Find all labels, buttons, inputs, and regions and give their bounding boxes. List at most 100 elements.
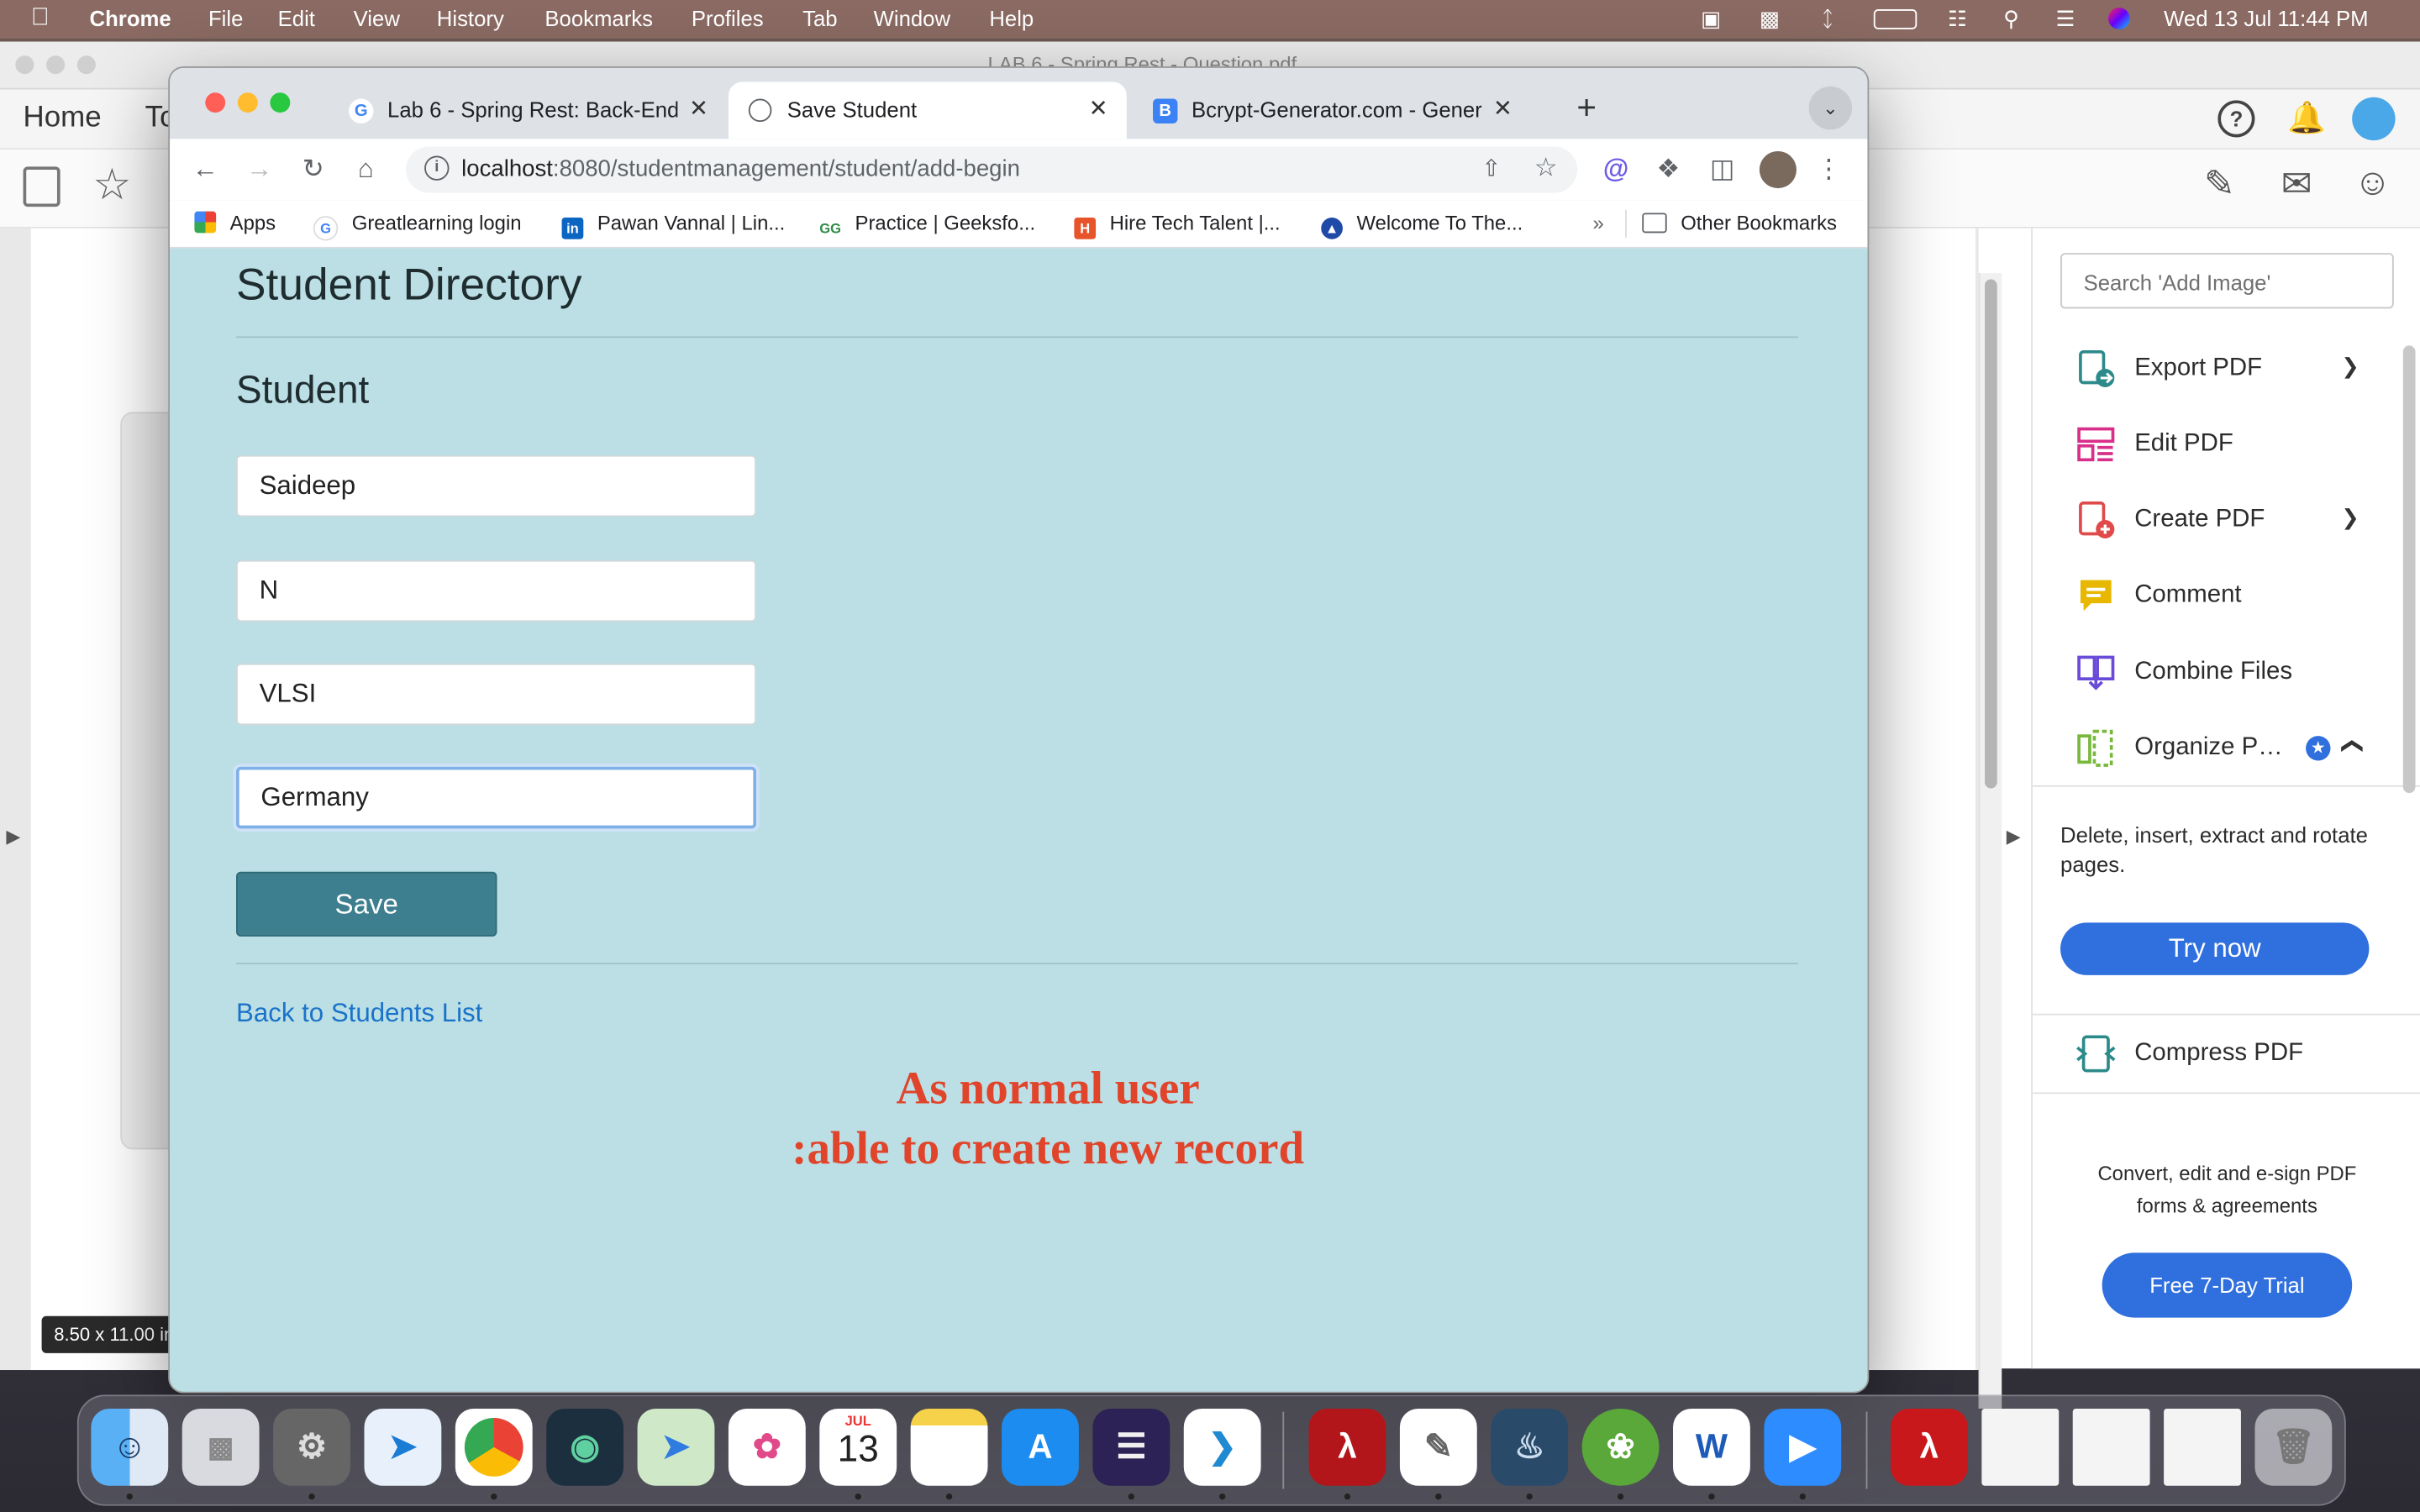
extension-at-icon[interactable]: @ [1599, 153, 1633, 186]
bookmark-hire-tech[interactable]: H Hire Tech Talent |... [1074, 212, 1281, 239]
acrobat-minimize-button[interactable] [46, 55, 66, 75]
tool-export-pdf[interactable]: Export PDF ❯ [2075, 345, 2400, 395]
menu-bookmarks[interactable]: Bookmarks [544, 6, 653, 30]
apple-menu-icon[interactable]:  [31, 5, 50, 33]
finder-icon[interactable]: ☺ [91, 1408, 169, 1486]
document-thumbnail-icon[interactable] [1981, 1408, 2060, 1486]
battery-icon[interactable] [1873, 9, 1918, 29]
tab-lab6[interactable]: G Lab 6 - Spring Rest: Back-End ✕ [329, 81, 727, 139]
first-name-input[interactable]: Saideep [236, 454, 757, 517]
zoom-window-button[interactable] [270, 92, 291, 113]
right-pane-toggle-icon[interactable]: ▶ [2007, 826, 2021, 848]
forward-arrow-icon[interactable]: → [242, 153, 276, 186]
tools-search-input[interactable]: Search 'Add Image' [2060, 253, 2394, 309]
wifi-icon[interactable]: ☷ [1948, 6, 1967, 32]
close-tab-icon[interactable]: ✕ [1493, 94, 1512, 122]
close-tab-icon[interactable]: ✕ [1089, 94, 1108, 122]
close-tab-icon[interactable]: ✕ [689, 94, 708, 122]
eclipse-icon[interactable]: ☰ [1092, 1408, 1171, 1486]
chevron-up-icon[interactable]: ❯ [2337, 737, 2363, 755]
zoom-icon[interactable]: ▶ [1764, 1408, 1842, 1486]
acrobat-zoom-button[interactable] [76, 55, 96, 75]
bookmark-star-icon[interactable]: ☆ [1534, 153, 1558, 184]
screen-record-icon[interactable]: ▣ [1701, 6, 1721, 32]
extensions-puzzle-icon[interactable]: ❖ [1651, 153, 1685, 186]
menu-file[interactable]: File [208, 6, 243, 30]
display-icon[interactable]: ▩ [1760, 6, 1780, 32]
other-bookmarks[interactable]: Other Bookmarks [1642, 212, 1837, 234]
help-icon[interactable]: ? [2217, 100, 2255, 138]
chevron-down-icon[interactable]: ❯ [2341, 354, 2360, 380]
bookmark-greatlearning[interactable]: G Greatlearning login [313, 212, 522, 241]
word-icon[interactable]: W [1673, 1408, 1750, 1486]
spring-tool-suite-icon[interactable]: ❀ [1581, 1408, 1660, 1486]
trash-icon[interactable]: 🗑 [2254, 1408, 2333, 1486]
share-user-icon[interactable]: ☺ [2354, 162, 2391, 205]
menu-app-name[interactable]: Chrome [90, 6, 171, 30]
reload-icon[interactable]: ↻ [297, 153, 330, 186]
siri-icon[interactable] [2107, 8, 2130, 29]
minimize-window-button[interactable] [237, 92, 258, 113]
launchpad-icon[interactable]: ▩ [182, 1408, 260, 1486]
profile-avatar[interactable] [2352, 97, 2396, 141]
left-panel-toggle-icon[interactable]: ▶ [6, 826, 20, 848]
menu-help[interactable]: Help [989, 6, 1034, 30]
acrobat-reader-icon[interactable]: λ [1891, 1408, 1968, 1486]
acrobat-close-button[interactable] [15, 55, 34, 75]
tool-combine-files[interactable]: Combine Files [2075, 649, 2400, 699]
menu-profiles[interactable]: Profiles [692, 6, 764, 30]
vscode-icon[interactable]: ❯ [1183, 1408, 1261, 1486]
notes-icon[interactable] [910, 1408, 988, 1486]
menu-tab[interactable]: Tab [802, 6, 837, 30]
last-name-input[interactable]: N [236, 559, 757, 622]
tab-save-student[interactable]: Save Student ✕ [728, 81, 1127, 139]
new-tab-plus-icon[interactable]: + [1568, 89, 1605, 127]
tool-organize-pages[interactable]: Organize P… ★ ❯ [2075, 725, 2400, 774]
tab-search-chevron-icon[interactable]: ⌄ [1808, 86, 1853, 130]
bluetooth-icon[interactable]: ᛨ [1821, 6, 1833, 30]
department-input[interactable]: VLSI [236, 663, 757, 726]
menu-window[interactable]: Window [874, 6, 950, 30]
menu-view[interactable]: View [354, 6, 400, 30]
calendar-icon[interactable]: JUL 13 [819, 1408, 897, 1486]
bookmark-linkedin[interactable]: in Pawan Vannal | Lin... [561, 212, 785, 239]
menu-edit[interactable]: Edit [278, 6, 315, 30]
document-thumbnail-icon[interactable] [2164, 1408, 2241, 1486]
app-store-icon[interactable]: A [1002, 1408, 1079, 1486]
mail-icon[interactable]: ✉ [2281, 162, 2312, 207]
home-icon[interactable]: ⌂ [349, 153, 382, 186]
textedit-icon[interactable]: ✎ [1399, 1408, 1477, 1486]
system-preferences-icon[interactable]: ⚙ [273, 1408, 350, 1486]
notifications-bell-icon[interactable]: 🔔 [2287, 99, 2326, 138]
side-panel-icon[interactable]: ◫ [1706, 153, 1739, 186]
menu-history[interactable]: History [437, 6, 504, 30]
tool-compress-pdf[interactable]: Compress PDF [2075, 1031, 2400, 1080]
document-scrollbar[interactable] [1978, 273, 2002, 1409]
bookmarks-overflow-icon[interactable]: » [1593, 212, 1604, 235]
sourcetree-icon[interactable]: ◉ [546, 1408, 624, 1486]
share-icon[interactable]: ⇧ [1481, 155, 1501, 182]
back-arrow-icon[interactable]: ← [188, 153, 222, 186]
free-trial-button[interactable]: Free 7-Day Trial [2102, 1252, 2353, 1318]
spotlight-icon[interactable]: ⚲ [2003, 6, 2019, 32]
tool-edit-pdf[interactable]: Edit PDF [2075, 421, 2400, 470]
save-file-icon[interactable] [23, 166, 60, 207]
save-button[interactable]: Save [236, 871, 497, 937]
bookmark-welcome[interactable]: ▲ Welcome To The... [1321, 212, 1523, 239]
document-thumbnail-icon[interactable] [2072, 1408, 2150, 1486]
tools-pane-scrollbar[interactable] [2402, 345, 2416, 794]
try-now-button[interactable]: Try now [2060, 922, 2370, 975]
site-info-icon[interactable]: i [424, 155, 450, 181]
scrollbar-thumb[interactable] [1985, 279, 1997, 789]
bookmark-geeksforgeeks[interactable]: GG Practice | Geeksfo... [819, 212, 1035, 239]
kebab-menu-icon[interactable]: ⋮ [1812, 153, 1845, 186]
tool-create-pdf[interactable]: Create PDF ❯ [2075, 496, 2400, 546]
menubar-clock[interactable]: Wed 13 Jul 11:44 PM [2164, 6, 2368, 30]
bookmark-apps[interactable]: Apps [194, 211, 276, 234]
star-bookmark-icon[interactable]: ☆ [92, 159, 131, 210]
close-window-button[interactable] [205, 92, 226, 113]
address-bar[interactable]: i localhost:8080/studentmanagement/stude… [406, 146, 1578, 193]
chevron-down-icon[interactable]: ❯ [2341, 505, 2360, 531]
acrobat-icon[interactable]: λ [1308, 1408, 1386, 1486]
mysql-workbench-icon[interactable]: ♨ [1491, 1408, 1569, 1486]
